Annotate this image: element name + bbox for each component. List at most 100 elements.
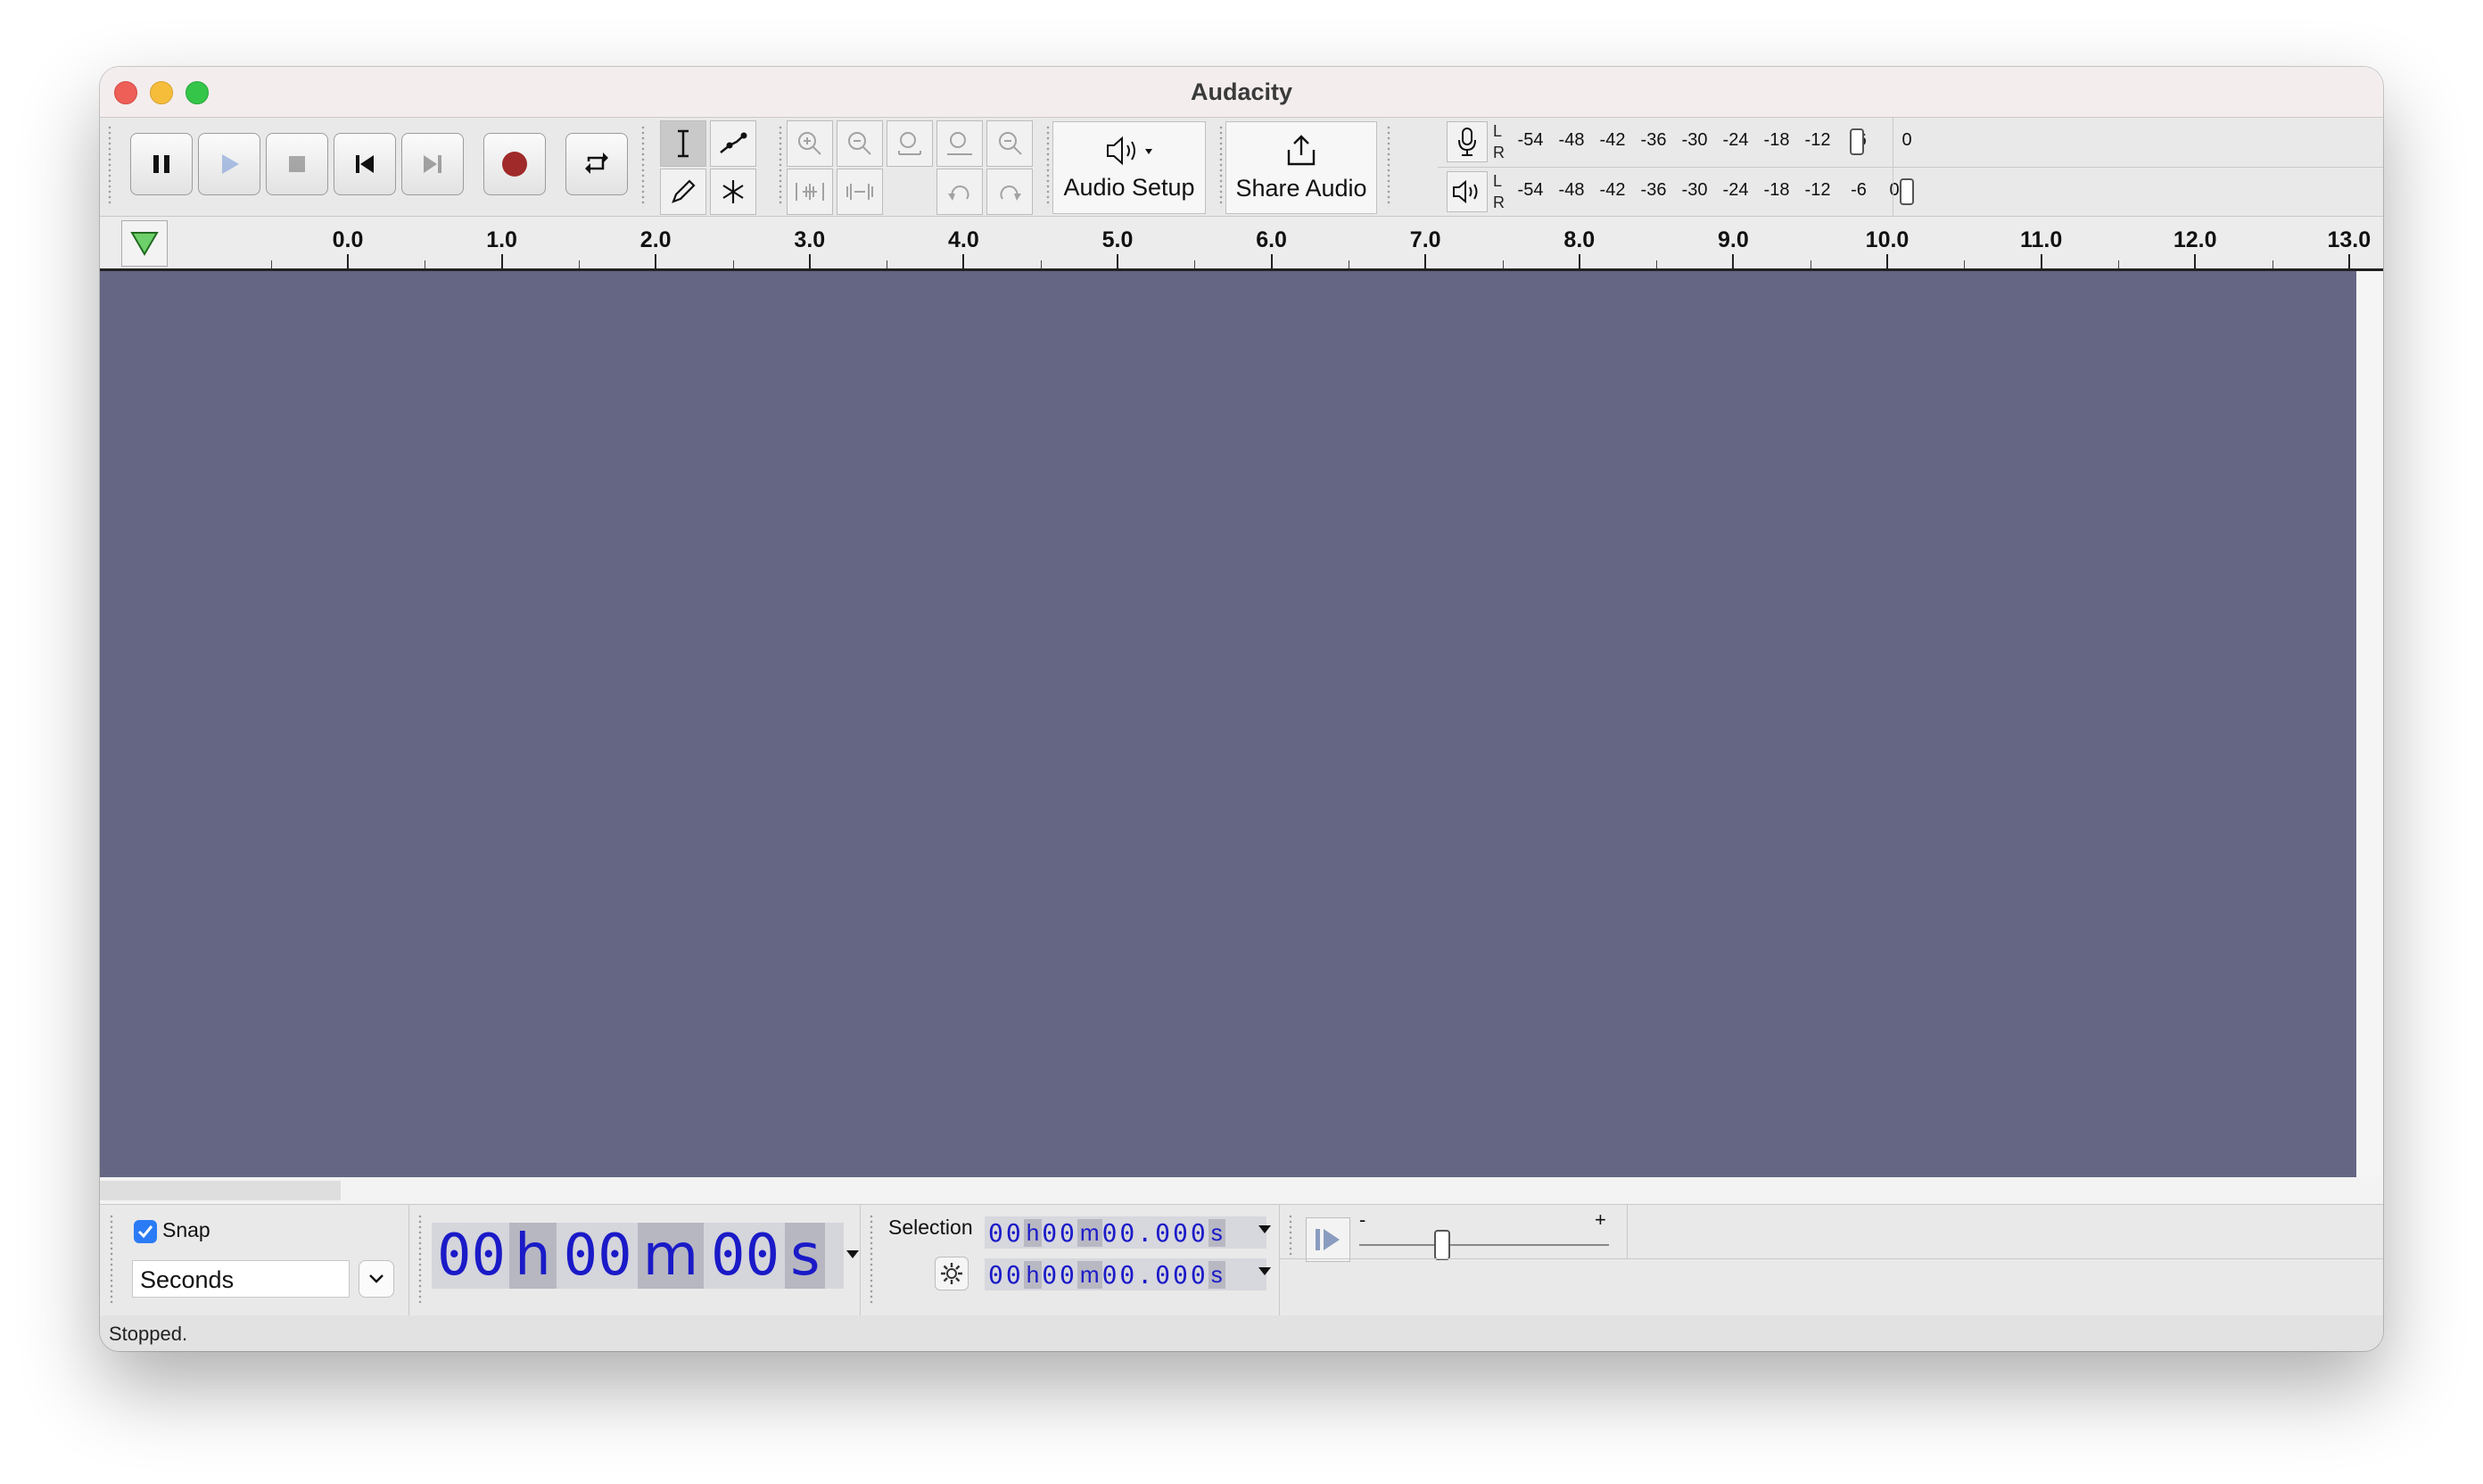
record-volume-slider[interactable] (1850, 128, 1864, 155)
record-meter-button[interactable] (1447, 121, 1488, 162)
zoom-fit-project-icon (947, 132, 972, 155)
ruler-minor-tick (1964, 260, 1966, 268)
record-meter-scale: -54 -48 -42 -36 -30 -24 -18 -12 -6 0 (1511, 120, 1921, 166)
ruler-minor-tick (1040, 260, 1042, 268)
selection-start-seconds: 00.000 (1101, 1217, 1209, 1248)
zoom-out-button[interactable] (837, 120, 883, 167)
selection-end-field[interactable]: 00 h 00 m 00.000 s (985, 1258, 1266, 1290)
skip-to-start-button[interactable] (334, 133, 396, 195)
record-button[interactable] (483, 133, 546, 195)
vertical-scrollbar[interactable] (2356, 271, 2383, 1177)
snap-units-select[interactable]: Seconds (132, 1260, 350, 1298)
envelope-tool[interactable] (710, 120, 756, 167)
skip-to-end-icon (424, 155, 441, 173)
status-text: Stopped. (109, 1323, 188, 1345)
playback-meter-scale: -54 -48 -42 -36 -30 -24 -18 -12 -6 0 (1511, 169, 1921, 216)
share-icon (1287, 134, 1316, 165)
toolbar-divider (1279, 1205, 1280, 1316)
speed-slider-thumb[interactable] (1434, 1230, 1450, 1260)
redo-button[interactable] (986, 169, 1033, 215)
horizontal-scrollbar[interactable] (100, 1177, 2383, 1204)
selection-start-format-icon[interactable] (1258, 1224, 1272, 1235)
ruler-major-tick (347, 254, 349, 268)
record-meter[interactable]: L R -54 -48 -42 -36 -30 -24 -18 -12 -6 0 (1447, 120, 1982, 166)
trim-audio-button[interactable] (787, 169, 833, 215)
skip-to-end-button[interactable] (401, 133, 464, 195)
selection-toolbar-grip[interactable] (869, 1214, 874, 1303)
zoom-in-button[interactable] (787, 120, 833, 167)
selection-start-field[interactable]: 00 h 00 m 00.000 s (985, 1216, 1266, 1249)
stop-button[interactable] (266, 133, 328, 195)
ruler-tick-label: 9.0 (1718, 227, 1749, 252)
playback-meter[interactable]: L R -54 -48 -42 -36 -30 -24 -18 -12 -6 0 (1447, 169, 1982, 216)
meter-toolbar-grip[interactable] (1386, 125, 1391, 207)
audio-setup-grip[interactable] (1045, 125, 1051, 207)
selection-settings-button[interactable] (935, 1257, 969, 1290)
ruler-major-tick (655, 254, 657, 268)
silence-icon (846, 184, 873, 200)
ruler-minor-tick (578, 260, 580, 268)
ruler-tick-label: 13.0 (2327, 227, 2372, 252)
record-icon (502, 152, 527, 177)
ruler-major-tick (1886, 254, 1888, 268)
ruler-tick-label: 11.0 (2019, 227, 2063, 252)
tools-toolbar-grip[interactable] (640, 125, 646, 207)
speed-slider-track[interactable] (1359, 1244, 1609, 1246)
pause-button[interactable] (130, 133, 193, 195)
horizontal-scrollbar-thumb[interactable] (100, 1181, 341, 1200)
play-at-speed-button[interactable] (1306, 1217, 1350, 1262)
selection-start-hours-unit: h (1023, 1218, 1043, 1247)
time-toolbar-grip[interactable] (417, 1214, 423, 1303)
fit-project-button[interactable] (936, 120, 983, 167)
share-audio-button[interactable]: Share Audio (1225, 121, 1377, 214)
ruler-minor-tick (270, 260, 272, 268)
zoom-toggle-button[interactable] (986, 120, 1033, 167)
silence-audio-button[interactable] (837, 169, 883, 215)
record-scale-label: -24 (1722, 130, 1749, 150)
toolbar-divider (408, 1205, 409, 1316)
undo-button[interactable] (936, 169, 983, 215)
selection-end-format-icon[interactable] (1258, 1266, 1272, 1277)
stop-icon (289, 156, 305, 172)
timeline-options-button[interactable] (121, 220, 168, 267)
loop-button[interactable] (565, 133, 628, 195)
playback-meter-r: R (1493, 194, 1505, 211)
playback-meter-l: L (1493, 172, 1503, 190)
track-area[interactable] (100, 271, 2356, 1177)
snap-units-dropdown[interactable] (359, 1260, 394, 1298)
edit-toolbar-grip[interactable] (778, 125, 783, 207)
asterisk-icon (722, 180, 744, 203)
trim-icon (796, 183, 824, 201)
audio-setup-button[interactable]: Audio Setup (1052, 121, 1206, 214)
record-scale-label: 0 (1901, 130, 1912, 150)
snap-toolbar-grip[interactable] (109, 1214, 114, 1303)
selection-end-minutes: 00 (1042, 1259, 1077, 1290)
play-button[interactable] (198, 133, 260, 195)
play-icon (222, 154, 239, 174)
time-format-dropdown-icon[interactable] (846, 1249, 860, 1260)
playback-scale-label: -6 (1851, 180, 1867, 200)
speed-minus-label: - (1359, 1208, 1366, 1231)
selection-label: Selection (888, 1216, 973, 1239)
playback-meter-button[interactable] (1447, 171, 1488, 212)
playback-volume-slider[interactable] (1900, 178, 1914, 205)
share-audio-grip[interactable] (1218, 125, 1224, 207)
ruler-tick-label: 8.0 (1563, 227, 1596, 252)
snap-checkbox[interactable] (134, 1220, 157, 1243)
selection-start-seconds-unit: s (1208, 1218, 1225, 1247)
transport-toolbar-grip[interactable] (107, 125, 112, 207)
draw-tool[interactable] (660, 169, 706, 215)
time-minutes: 00 (563, 1223, 632, 1289)
fit-selection-button[interactable] (887, 120, 933, 167)
selection-end-minutes-unit: m (1077, 1260, 1102, 1289)
ruler-tick-label: 12.0 (2173, 227, 2217, 252)
ruler-major-tick (1117, 254, 1118, 268)
audio-setup-label: Audio Setup (1063, 173, 1195, 201)
play-at-speed-grip[interactable] (1288, 1214, 1293, 1258)
ruler-major-tick (2347, 254, 2350, 268)
toolbar-divider (1438, 167, 2383, 168)
multi-tool[interactable] (710, 169, 756, 215)
selection-tool[interactable] (660, 120, 706, 167)
timeline-ruler[interactable]: 0.0 1.0 2.0 3.0 4.0 5.0 6.0 7.0 8.0 9.0 10.0 11.0 12… (100, 217, 2383, 271)
time-display[interactable]: 00 h 00 m 00 s (432, 1223, 844, 1289)
